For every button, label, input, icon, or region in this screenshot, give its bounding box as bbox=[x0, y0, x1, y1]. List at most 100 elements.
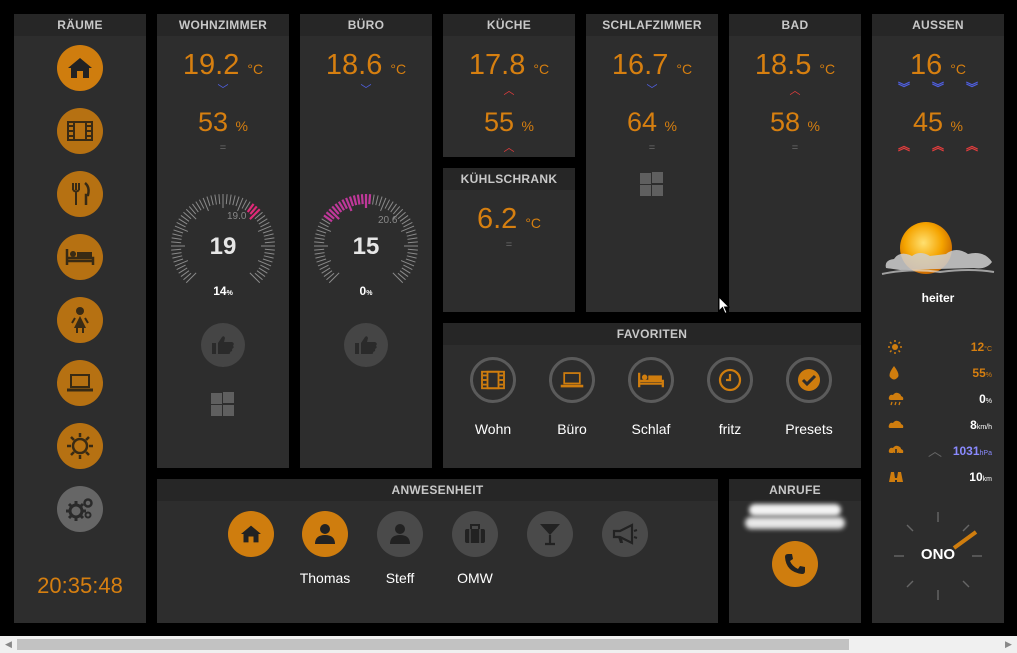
boost-button[interactable] bbox=[344, 323, 388, 367]
bed-icon bbox=[65, 249, 95, 265]
presence-omw[interactable]: OMW bbox=[445, 511, 505, 591]
presence-announce[interactable] bbox=[595, 511, 655, 591]
gauge-tick bbox=[225, 194, 228, 205]
rain-icon bbox=[888, 392, 904, 406]
boost-button[interactable] bbox=[201, 323, 245, 367]
outside-temperature: 16 °C bbox=[909, 49, 967, 81]
person-icon bbox=[390, 524, 410, 544]
garden-room-button[interactable] bbox=[57, 423, 103, 469]
forecast-pressure-row: ︿ 1031hPa bbox=[888, 442, 992, 460]
thumbs-up-icon bbox=[355, 336, 377, 354]
office-room-button[interactable] bbox=[57, 360, 103, 406]
scroll-right-arrow-icon[interactable]: ▶ bbox=[1000, 636, 1017, 653]
gauge-tick bbox=[348, 196, 355, 207]
binoculars-icon bbox=[889, 472, 903, 482]
settings-button[interactable] bbox=[57, 486, 103, 532]
panel-title: AUSSEN bbox=[872, 14, 1004, 36]
panel-favoriten: FAVORITEN Wohn Büro Schlaf fritz Presets bbox=[443, 323, 861, 468]
gauge-tick bbox=[392, 272, 404, 284]
favorite-schlaf[interactable]: Schlaf bbox=[621, 357, 681, 437]
gauge-tick bbox=[319, 221, 329, 228]
hum-trend-equal-icon: = bbox=[791, 142, 799, 154]
panel-title: ANWESENHEIT bbox=[157, 479, 718, 501]
favorite-label: Büro bbox=[557, 421, 587, 437]
dining-room-button[interactable] bbox=[57, 171, 103, 217]
home-room-button[interactable] bbox=[57, 45, 103, 91]
thermostat-gauge[interactable]: 19.0 19 bbox=[165, 188, 281, 288]
presence-label: Steff bbox=[385, 570, 415, 586]
thermostat-gauge[interactable]: 20.6 15 bbox=[308, 188, 424, 288]
temperature: 18.5 °C bbox=[754, 49, 836, 81]
person-icon bbox=[315, 524, 335, 544]
gauge-setpoint: 19.0 bbox=[227, 211, 247, 222]
gauge-tick bbox=[176, 221, 186, 228]
gauge-tick bbox=[368, 194, 372, 205]
presence-label: Thomas bbox=[299, 570, 351, 586]
gauge-tick bbox=[403, 264, 413, 271]
presence-home[interactable] bbox=[227, 511, 277, 591]
sun-gear-icon bbox=[67, 433, 93, 459]
gauge-tick bbox=[185, 272, 197, 284]
forecast-visibility-row: 10km bbox=[888, 468, 992, 486]
favorite-wohn[interactable]: Wohn bbox=[463, 357, 523, 437]
favorite-label: Wohn bbox=[474, 421, 512, 437]
favorite-presets[interactable]: Presets bbox=[779, 357, 839, 437]
gauge-tick bbox=[352, 195, 358, 206]
panel-title: ANRUFE bbox=[729, 479, 861, 501]
presence-steff[interactable]: Steff bbox=[370, 511, 430, 591]
mouse-cursor-icon bbox=[718, 296, 730, 315]
caller-info-redacted bbox=[745, 501, 847, 531]
presence-label: OMW bbox=[457, 570, 493, 586]
panel-title: KÜHLSCHRANK bbox=[443, 168, 575, 190]
gauge-value: 15 bbox=[352, 233, 380, 260]
presence-party[interactable] bbox=[520, 511, 580, 591]
presence-thomas[interactable]: Thomas bbox=[295, 511, 355, 591]
horizontal-scrollbar[interactable]: ◀ ▶ bbox=[0, 636, 1017, 653]
film-room-button[interactable] bbox=[57, 108, 103, 154]
panel-title: BÜRO bbox=[300, 14, 432, 36]
pressure-trend-up-icon: ︿ bbox=[928, 443, 942, 459]
scroll-left-arrow-icon[interactable]: ◀ bbox=[0, 636, 17, 653]
bed-icon bbox=[638, 372, 664, 388]
panel-wohnzimmer: WOHNZIMMER 19.2 °C ﹀ 53 % = 19.0 19 14% bbox=[157, 14, 289, 468]
rooms-sidebar: RÄUME 20:35:48 bbox=[14, 14, 146, 623]
favorite-label: fritz bbox=[718, 421, 742, 437]
panel-title: SCHLAFZIMMER bbox=[586, 14, 718, 36]
gauge-tick bbox=[260, 264, 270, 271]
favorite-label: Schlaf bbox=[631, 421, 671, 437]
hum-trend-equal-icon: = bbox=[219, 142, 227, 154]
gauge-tick bbox=[372, 194, 375, 205]
gauge-tick bbox=[232, 195, 236, 206]
valve-value: 14% bbox=[213, 284, 233, 298]
gauge-setpoint: 20.6 bbox=[378, 215, 398, 226]
forecast-wind-row: 8km/h bbox=[888, 416, 992, 434]
temp-trend-down-icon: ﹀ bbox=[217, 84, 229, 96]
forecast-rain-row: 0% bbox=[888, 390, 992, 408]
laptop-icon bbox=[67, 374, 93, 392]
call-button[interactable] bbox=[772, 541, 818, 587]
gauge-tick bbox=[356, 194, 361, 205]
panel-kueche: KÜCHE 17.8 °C ︿ 55 % ︿ bbox=[443, 14, 575, 157]
bedroom-button[interactable] bbox=[57, 234, 103, 280]
favorite-buero[interactable]: Büro bbox=[542, 357, 602, 437]
wind-icon bbox=[888, 420, 904, 428]
gauge-tick bbox=[384, 199, 391, 209]
cocktail-icon bbox=[540, 524, 560, 546]
favorite-fritz[interactable]: fritz bbox=[700, 357, 760, 437]
panel-title: BAD bbox=[729, 14, 861, 36]
gauge-tick bbox=[360, 194, 364, 205]
windows-sensor-icon bbox=[211, 392, 235, 416]
rooms-header: RÄUME bbox=[14, 14, 146, 36]
panel-kuehlschrank: KÜHLSCHRANK 6.2 °C = bbox=[443, 168, 575, 312]
gauge-value: 19 bbox=[209, 233, 237, 260]
scrollbar-thumb[interactable] bbox=[17, 639, 849, 650]
gauge-tick bbox=[185, 208, 197, 220]
gauge-tick bbox=[241, 199, 248, 209]
gauge-tick bbox=[260, 221, 270, 228]
child-room-button[interactable] bbox=[57, 297, 103, 343]
cutlery-icon bbox=[72, 182, 90, 205]
gauge-tick bbox=[328, 272, 340, 284]
gauge-tick bbox=[210, 195, 214, 206]
gears-icon bbox=[66, 498, 93, 521]
hum-trend-up-triple-icon: ︽ ︽ ︽ bbox=[898, 139, 978, 153]
